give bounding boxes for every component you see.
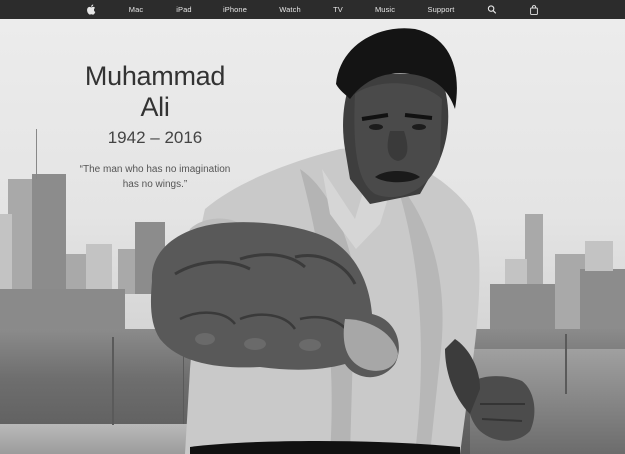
hero-title: Muhammad Ali [84, 61, 226, 122]
hero-headline: Muhammad Ali 1942 – 2016 “The man who ha… [70, 61, 240, 192]
hero-quote-line: has no wings.” [122, 179, 188, 190]
hero-quote-line: “The man who has no imagination [79, 164, 231, 175]
hero-quote: “The man who has no imagination has no w… [70, 162, 240, 192]
apple-logo-icon[interactable] [87, 3, 96, 16]
global-nav: Mac iPad iPhone Watch TV Music Support [0, 0, 625, 19]
hero-years: 1942 – 2016 [107, 128, 203, 147]
nav-item-ipad[interactable]: iPad [176, 0, 191, 19]
nav-item-mac[interactable]: Mac [129, 0, 143, 19]
hero-banner[interactable]: Muhammad Ali 1942 – 2016 “The man who ha… [0, 19, 625, 454]
nav-item-music[interactable]: Music [375, 0, 395, 19]
nav-item-iphone[interactable]: iPhone [223, 0, 247, 19]
nav-item-tv[interactable]: TV [333, 0, 343, 19]
nav-item-support[interactable]: Support [428, 0, 455, 19]
shopping-bag-icon[interactable] [530, 3, 538, 16]
search-icon[interactable] [487, 3, 497, 16]
nav-item-watch[interactable]: Watch [279, 0, 300, 19]
